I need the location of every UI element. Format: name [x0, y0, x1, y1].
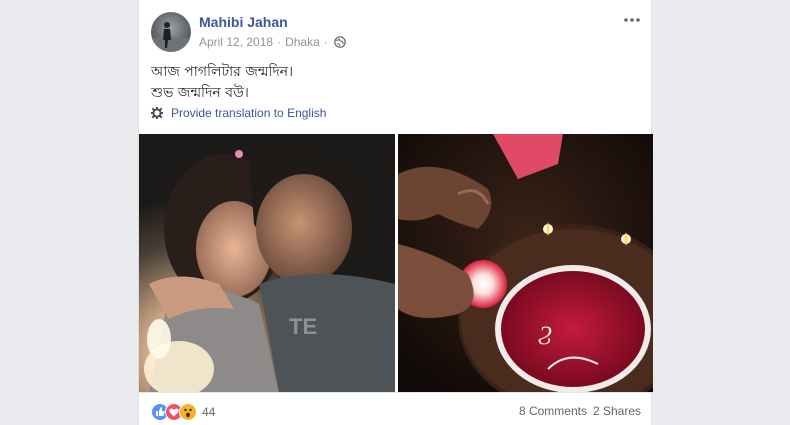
post-text: আজ পাগলিটার জন্মদিন। শুভ জন্মদিন বউ।: [151, 62, 293, 104]
wow-icon: [179, 403, 197, 421]
meta-separator: ·: [277, 35, 282, 49]
post-text-line-1: আজ পাগলিটার জন্মদিন।: [151, 64, 294, 80]
photo-cake[interactable]: Ϩ: [398, 134, 653, 392]
post-text-line-2: শুভ জন্মদিন বউ।: [151, 85, 249, 101]
author-name-link[interactable]: Mahibi Jahan: [199, 14, 288, 30]
svg-text:TE: TE: [289, 314, 317, 339]
comments-count-link[interactable]: 8 Comments: [519, 404, 587, 418]
post-card: Mahibi Jahan April 12, 2018 · Dhaka · আজ…: [138, 0, 653, 425]
post-stats: 8 Comments 2 Shares: [519, 404, 641, 418]
post-location[interactable]: Dhaka: [285, 35, 320, 49]
translate-label: Provide translation to English: [171, 106, 327, 120]
post-date[interactable]: April 12, 2018: [199, 35, 273, 49]
post-meta: April 12, 2018 · Dhaka ·: [199, 35, 346, 49]
reaction-count: 44: [202, 405, 216, 419]
author-avatar[interactable]: [151, 12, 191, 52]
more-options-icon[interactable]: [623, 14, 641, 26]
gear-icon: [151, 107, 163, 119]
svg-text:Ϩ: Ϩ: [538, 321, 552, 351]
photo-grid: TE Ϩ: [139, 134, 653, 392]
reactions-summary[interactable]: 44: [151, 403, 215, 421]
photo-couple[interactable]: TE: [139, 134, 395, 392]
translate-link[interactable]: Provide translation to English: [151, 106, 326, 120]
shares-count-link[interactable]: 2 Shares: [593, 404, 641, 418]
meta-separator-2: ·: [323, 35, 328, 49]
globe-icon[interactable]: [333, 36, 346, 48]
post-footer: 44 8 Comments 2 Shares: [139, 392, 653, 425]
